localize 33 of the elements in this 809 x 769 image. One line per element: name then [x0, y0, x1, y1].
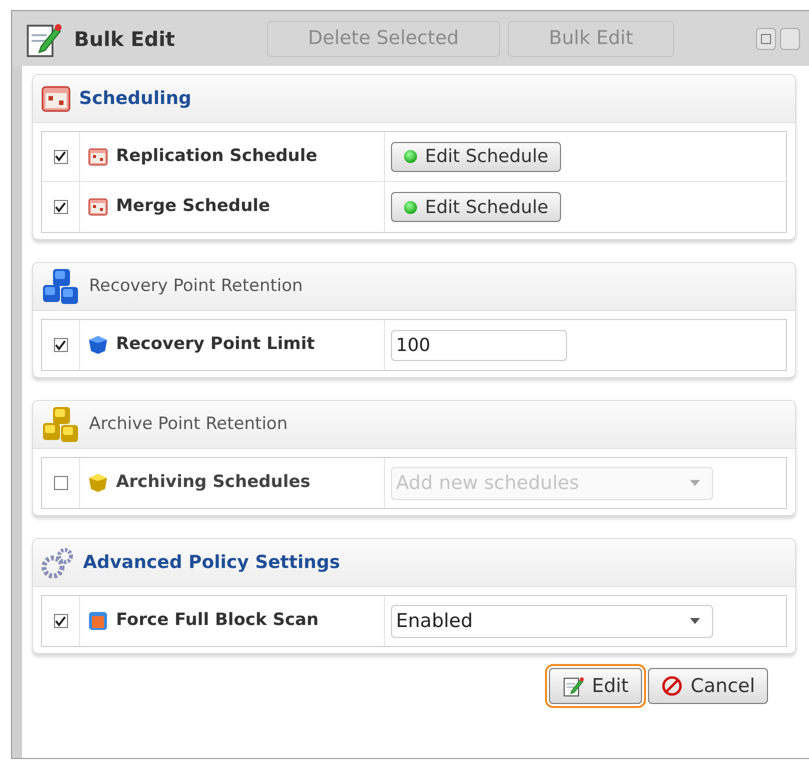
- section-title: Scheduling: [79, 87, 192, 111]
- section-title: Archive Point Retention: [89, 412, 288, 436]
- notepad-pencil-icon: [562, 675, 584, 697]
- section-title: Advanced Policy Settings: [83, 551, 340, 575]
- checkbox[interactable]: [54, 150, 68, 164]
- setting-label: Archiving Schedules: [116, 471, 310, 494]
- edit-schedule-button[interactable]: Edit Schedule: [391, 142, 562, 172]
- no-sign-icon: [660, 675, 683, 697]
- calendar-icon: [88, 148, 108, 166]
- setting-label: Recovery Point Limit: [116, 333, 315, 356]
- setting-label: Replication Schedule: [116, 144, 318, 168]
- calendar-icon: [41, 84, 71, 114]
- checkbox[interactable]: [54, 338, 68, 352]
- cancel-button[interactable]: Cancel: [648, 668, 768, 704]
- cubes-icon: [41, 266, 81, 306]
- cube-icon: [88, 473, 108, 493]
- checkbox[interactable]: [54, 614, 68, 628]
- caret-icon: [690, 480, 700, 486]
- setting-label: Force Full Block Scan: [116, 609, 319, 632]
- calendar-icon: [88, 198, 108, 216]
- setting-label: Merge Schedule: [116, 195, 270, 218]
- input-field[interactable]: 100: [391, 330, 567, 360]
- section-title: Recovery Point Retention: [89, 274, 303, 298]
- gears-icon: [41, 546, 75, 580]
- cubes-icon: [41, 404, 81, 444]
- cube-icon: [88, 335, 108, 355]
- square-icon: [88, 611, 108, 631]
- window-title: Bulk Edit: [74, 26, 175, 52]
- dropdown-field[interactable]: Enabled: [391, 604, 713, 638]
- edit-schedule-button[interactable]: Edit Schedule: [391, 192, 562, 222]
- restore-icon[interactable]: [756, 28, 776, 50]
- checkbox[interactable]: [54, 200, 68, 214]
- caret-icon: [690, 618, 700, 624]
